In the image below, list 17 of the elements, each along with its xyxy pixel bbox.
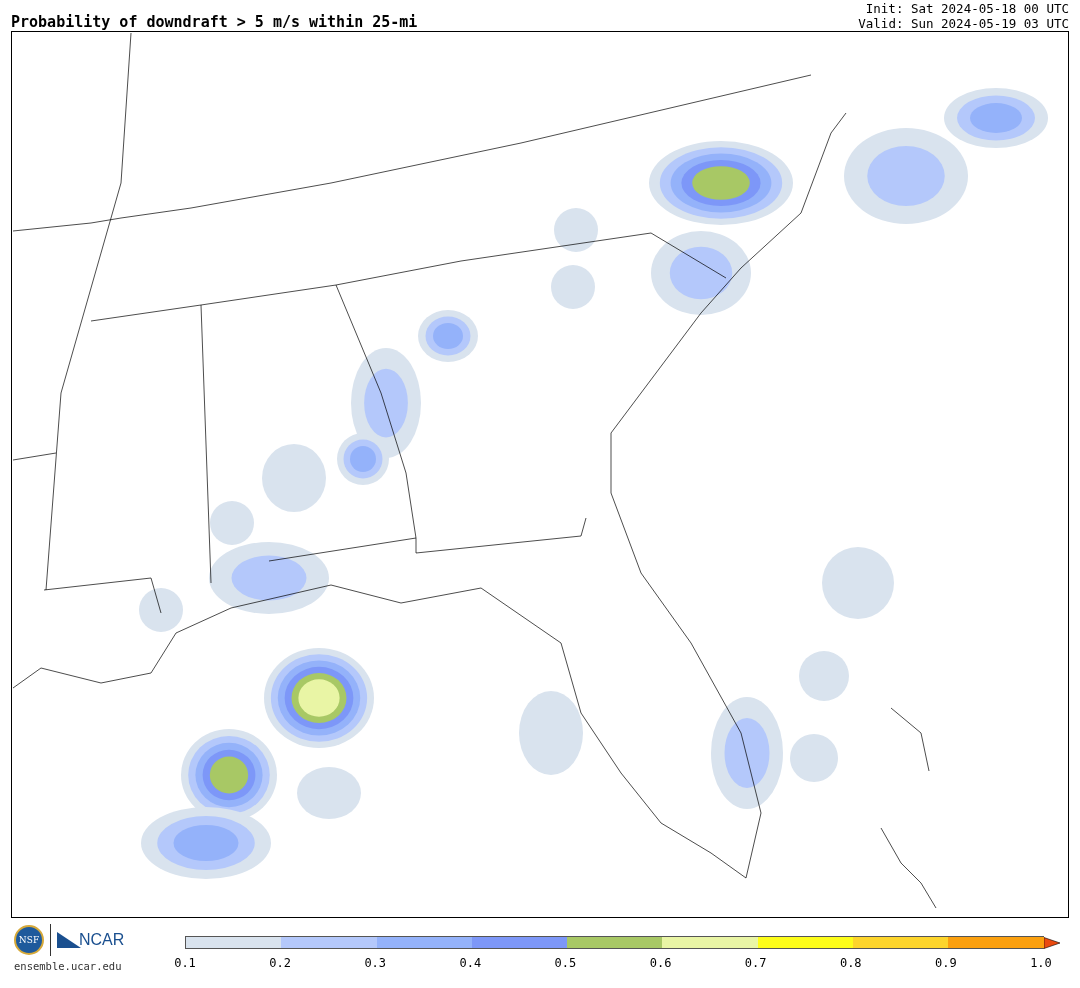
colorbar-tick-label: 0.3 xyxy=(363,956,388,970)
colorbar-tick-label: 1.0 xyxy=(1029,956,1053,970)
colorbar-tick-label: 0.2 xyxy=(268,956,292,970)
nsf-logo: NSF xyxy=(14,925,44,955)
colorbar-tick-label: 0.7 xyxy=(743,956,768,970)
colorbar-tick-label: 0.5 xyxy=(553,956,578,970)
init-time: Init: Sat 2024-05-18 00 UTC xyxy=(864,1,1069,16)
colorbar-tick-label: 0.6 xyxy=(648,956,673,970)
colorbar-tick-label: 0.4 xyxy=(458,956,483,970)
colorbar-tick-label: 0.9 xyxy=(934,956,958,970)
colorbar-tick-label: 0.1 xyxy=(173,956,197,970)
map-title: Probability of downdraft > 5 m/s within 25-mi xyxy=(11,13,418,31)
ncar-logo: NCAR xyxy=(79,931,125,949)
colorbar-tick-label: 0.8 xyxy=(838,956,863,970)
website-url: ensemble.ucar.edu xyxy=(14,960,123,972)
valid-time: Valid: Sun 2024-05-19 03 UTC xyxy=(858,16,1069,31)
ncar-wave-icon xyxy=(57,930,81,950)
